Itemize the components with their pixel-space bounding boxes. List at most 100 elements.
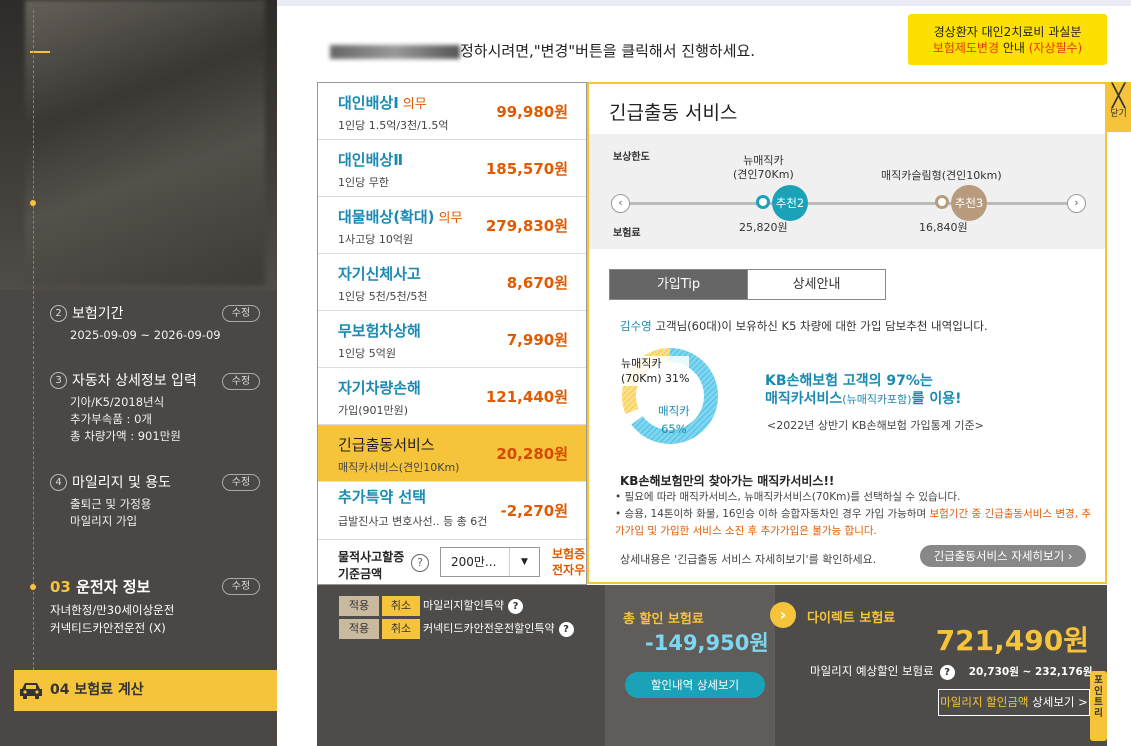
left-progress-panel: 2 보험기간 2025-09-09 ~ 2026-09-09 수정 3 자동차 상세… [0,0,277,746]
bullet-item: • 필요에 따라 매직카서비스, 뉴매직카서비스(70Km)를 선택하실 수 있… [615,491,961,503]
coverage-row[interactable]: 자기차량손해 가입(901만원) 121,440원 [318,368,586,425]
mandatory-tag: 의무 [438,211,463,226]
plan2-price: 16,840원 [919,221,968,234]
popup-close-button[interactable]: ╳ 닫기 [1106,82,1131,132]
limit-notice-line: 전자우 [552,563,586,577]
stat-source: <2022년 상반기 KB손해보험 가입통계 기준> [767,419,984,432]
total-discount-box: 총 할인 보험료 -149,950원 할인내역 상세보기 [605,585,775,746]
coverage-row[interactable]: 무보험차상해 1인당 5억원 7,990원 [318,311,586,368]
premium-label: 보험료 [613,228,641,239]
donut-label-magic: 매직카 65% [658,402,690,438]
policy-change-alert[interactable]: 경상환자 대인2치료비 과실분 보험제도변경 안내 (자상필수) [908,14,1107,65]
discount-detail-button[interactable]: 할인내역 상세보기 [625,672,765,698]
pointree-tab[interactable]: 포인트리 [1090,671,1107,741]
coverage-price: 8,670원 [506,274,568,292]
help-icon[interactable]: ? [558,622,574,637]
edit-mileage-button[interactable]: 수정 [222,474,260,491]
plan2-point[interactable] [935,195,949,209]
blurred-overlay [25,0,265,285]
close-label: 닫기 [1110,109,1127,119]
edit-driver-button[interactable]: 수정 [222,578,260,595]
stat-line1: KB손해보험 고객의 97%는 [765,373,933,389]
mileage-discount-row: 적용 취소 마일리지할인특약? [339,596,523,616]
discount-label: 커넥티드카안전운전할인특약 [423,622,555,635]
car-icon [20,683,42,699]
driver-step-number: 03 [50,578,71,596]
step-dot [30,200,36,206]
car-detail-line: 추가부속품 : 0개 [70,412,152,426]
bullet-text: 필요에 따라 매직카서비스, 뉴매직카서비스(70Km)를 선택하실 수 있습니… [624,491,961,503]
edit-period-button[interactable]: 수정 [222,305,260,322]
coverage-row[interactable]: 대물배상(확대) 의무 1사고당 10억원 279,830원 [318,197,586,254]
change-notice: 정하시려면,"변경"버튼을 클릭해서 진행하세요. [330,40,755,61]
close-icon: ╳ [1111,84,1126,109]
driver-section: 03 운전자 정보 자녀한정/만30세이상운전 커넥티드카안전운전 (X) [50,576,174,637]
active-step-premium-calc[interactable]: 04 보험료 계산 [14,670,277,711]
mileage-detail-button[interactable]: 마일리지 할인금액 상세보기 > [938,689,1090,716]
plan1-point[interactable] [756,195,770,209]
help-icon[interactable]: ? [939,665,955,680]
coverage-price: 7,990원 [506,331,568,349]
coverage-row-selected[interactable]: 긴급출동서비스 매직카서비스(견인10Km) 20,280원 [318,425,586,482]
chevron-left-icon[interactable]: ‹ [611,194,630,213]
alert-mid: 안내 [999,41,1029,55]
coverage-row[interactable]: 대인배상Ⅱ 1인당 무한 185,570원 [318,140,586,197]
popup-tabs: 가입Tip 상세안내 [609,269,886,300]
coverage-price: 99,980원 [496,103,568,121]
coverage-price: -2,270원 [500,502,568,520]
edit-car-button[interactable]: 수정 [222,373,260,390]
step-number: 3 [50,371,67,389]
step-dot [30,584,36,590]
coverage-price: 121,440원 [485,388,568,406]
mileage-estimate-label: 마일리지 예상할인 보험료 [810,664,934,678]
apply-button[interactable]: 적용 [339,596,379,616]
mileage-estimate: 마일리지 예상할인 보험료? 20,730원 ~ 232,176원 [810,663,1092,680]
emergency-detail-button[interactable]: 긴급출동서비스 자세히보기 › [920,545,1086,567]
driver-detail-line: 자녀한정/만30세이상운전 [50,603,175,617]
limit-select[interactable]: 200만... ▼ [440,547,540,577]
tab-tip[interactable]: 가입Tip [610,270,747,299]
donut-label-newmagic: 뉴매직카 (70Km) 31% [621,356,690,386]
coverage-list: 대인배상Ⅰ 의무 1인당 1.5억/3천/1.5억 99,980원 대인배상Ⅱ 1… [317,82,587,585]
driver-title: 운전자 정보 [76,578,151,596]
limit-notice-line: 보험증 [552,547,586,561]
mileage-btn-highlight: 마일리지 할인금액 [940,695,1029,709]
plan-slider-track [629,202,1069,205]
mileage-btn-text: 상세보기 > [1028,695,1088,709]
help-icon[interactable]: ? [411,554,429,572]
help-icon[interactable]: ? [507,599,523,614]
intro-text: 고객님(60대)이 보유하신 K5 차량에 대한 가입 담보추천 내역입니다. [651,319,988,333]
coverage-name: 대물배상(확대) [338,208,435,226]
mandatory-tag: 의무 [402,97,427,112]
coverage-row[interactable]: 자기신체사고 1인당 5천/5천/5천 8,670원 [318,254,586,311]
car-section: 3 자동차 상세정보 입력 기아/K5/2018년식 추가부속품 : 0개 총 차… [50,370,197,445]
plan1-title: 뉴매직카 [743,154,784,167]
donut-label-line: (70Km) 31% [621,372,690,385]
cancel-button[interactable]: 취소 [382,619,420,639]
feature-bullets: • 필요에 따라 매직카서비스, 뉴매직카서비스(70Km)를 선택하실 수 있… [615,489,1095,540]
pointree-label: 포인트리 [1094,675,1103,719]
connected-discount-row: 적용 취소 커넥티드카안전운전할인특약? [339,619,574,639]
usage-stat: KB손해보험 고객의 97%는 매직카서비스(뉴매직카포함)를 이용! [765,372,962,409]
limit-notice: 보험증 전자우 [552,546,585,578]
top-strip [277,0,1131,6]
chevron-right-icon[interactable]: › [1067,194,1086,213]
donut-label-line: 매직카 [658,404,690,418]
emergency-service-popup: 긴급출동 서비스 보상한도 보험료 ‹ › 뉴매직카 (견인70Km) 추천2 … [587,82,1107,584]
tab-detail[interactable]: 상세안내 [747,270,885,299]
mileage-detail-line: 출퇴근 및 가정용 [70,497,152,511]
coverage-row[interactable]: 대인배상Ⅰ 의무 1인당 1.5억/3천/1.5억 99,980원 [318,83,586,140]
progress-line [33,10,34,670]
alert-line1: 경상환자 대인2치료비 과실분 [933,25,1082,39]
customer-name: 김수영 [620,319,652,333]
apply-button[interactable]: 적용 [339,619,379,639]
coverage-row[interactable]: 추가특약 선택 급발진사고 변호사선.. 등 총 6건 -2,270원 [318,482,586,538]
cancel-button[interactable]: 취소 [382,596,420,616]
plan1-name: 뉴매직카 (견인70Km) [733,154,794,182]
car-title: 자동차 상세정보 입력 [72,373,197,389]
plan2-name: 매직카슬림형(견인10km) [881,169,1002,182]
stat-line2: 매직카서비스 [765,391,843,407]
feature-title: KB손해보험만의 찾아가는 매직카서비스!! [620,474,835,488]
donut-label-line: 65% [661,422,687,436]
total-discount-label: 총 할인 보험료 [623,612,704,627]
